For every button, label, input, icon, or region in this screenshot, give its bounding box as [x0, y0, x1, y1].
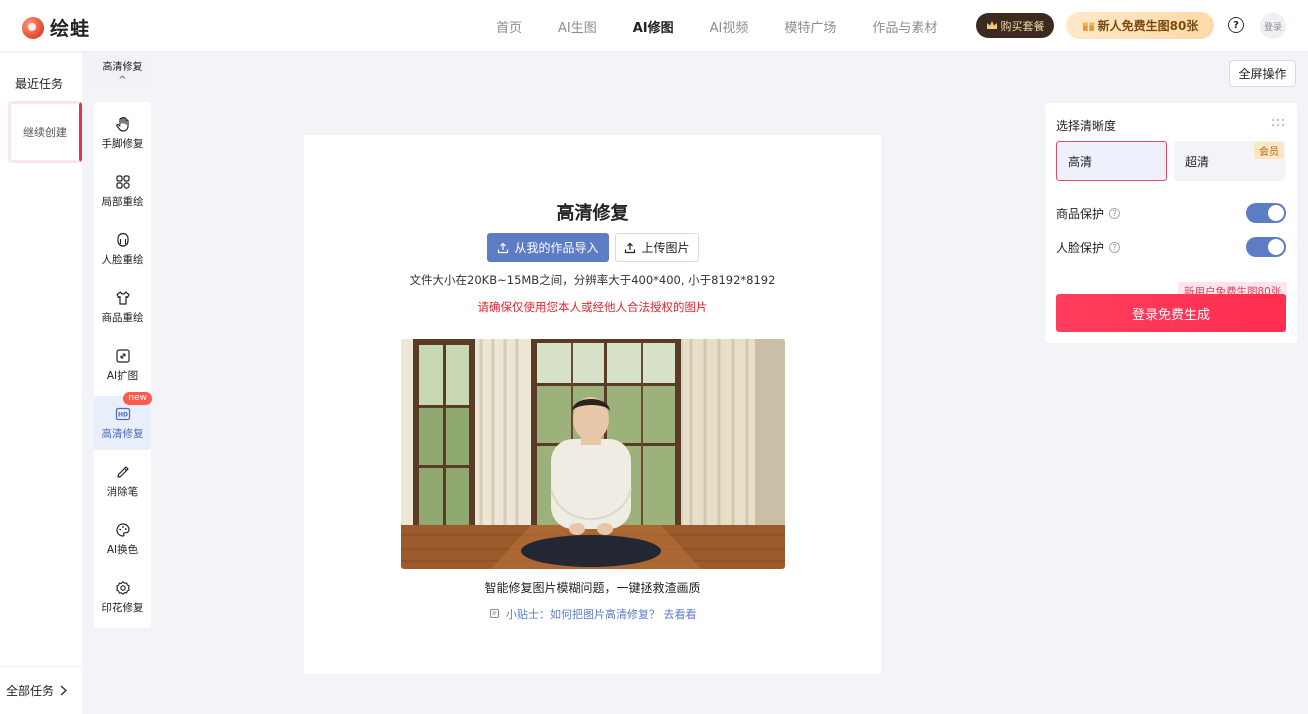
book-icon	[489, 608, 499, 619]
all-tasks-link[interactable]: 全部任务	[0, 666, 82, 714]
buy-package-label: 购买套餐	[1000, 19, 1045, 33]
new-user-free-button[interactable]: 新人免费生图80张	[1066, 12, 1214, 39]
clarity-option-uhd-label: 超清	[1185, 154, 1210, 169]
upload-canvas: 高清修复 从我的作品导入 上传图片 文件大小在20KB~15MB之间，分辨率大于…	[304, 135, 881, 674]
settings-panel: 选择清晰度 高清 超清 会员 商品保护 ? 人脸保护 ? 新用户免费生图80张 …	[1045, 103, 1297, 343]
expand-icon	[115, 348, 130, 363]
file-requirements-hint: 文件大小在20KB~15MB之间，分辨率大于400*400, 小于8192*81…	[409, 273, 776, 287]
app-name: 绘蛙	[50, 18, 91, 40]
nav-item-ai-image[interactable]: AI生图	[558, 17, 597, 36]
chevron-up-icon: ^	[118, 75, 127, 86]
tool-label: 消除笔	[106, 485, 139, 498]
eraser-pen-icon	[116, 465, 129, 478]
all-tasks-label: 全部任务	[6, 684, 55, 698]
tool-label: 高清修复	[101, 427, 144, 440]
import-label: 从我的作品导入	[514, 241, 599, 255]
tool-label: 印花修复	[101, 601, 144, 614]
clarity-title: 选择清晰度	[1056, 119, 1117, 133]
app-logo[interactable]: 绘蛙	[22, 14, 90, 41]
tool-eraser-pen[interactable]: 消除笔	[94, 454, 151, 508]
continue-create-card[interactable]: 继续创建	[8, 101, 82, 163]
tool-header-label: 高清修复	[102, 62, 143, 73]
fullscreen-button[interactable]: 全屏操作	[1229, 60, 1296, 87]
recent-tasks-title: 最近任务	[15, 77, 64, 91]
palette-icon	[115, 522, 130, 537]
top-nav-bar: 绘蛙 首页 AI生图 AI修图 AI视频 模特广场 作品与素材 购买套餐 新人免…	[0, 0, 1308, 52]
gift-icon	[1082, 22, 1095, 31]
upload-icon	[625, 242, 636, 253]
tool-label: 商品重绘	[101, 311, 144, 324]
feature-description: 智能修复图片模糊问题，一键拯救渣画质	[484, 581, 701, 595]
hand-icon	[115, 116, 129, 132]
clarity-option-uhd[interactable]: 超清 会员	[1174, 141, 1285, 181]
product-protect-label: 商品保护	[1056, 206, 1105, 221]
face-protect-row: 人脸保护 ?	[1056, 236, 1286, 258]
tool-partial-redraw[interactable]: 局部重绘	[94, 164, 151, 218]
import-from-works-button[interactable]: 从我的作品导入	[487, 233, 609, 262]
tool-label: AI换色	[106, 543, 139, 556]
nav-item-ai-video[interactable]: AI视频	[710, 17, 749, 36]
hd-icon: HD	[115, 407, 130, 420]
help-icon[interactable]: ?	[1228, 17, 1244, 33]
tool-label: 人脸重绘	[101, 253, 144, 266]
logo-icon	[22, 16, 44, 39]
product-protect-row: 商品保护 ?	[1056, 202, 1286, 224]
face-icon	[116, 232, 129, 247]
tool-label: 手脚修复	[101, 137, 144, 150]
print-repair-icon	[115, 580, 130, 595]
tip-link[interactable]: 小贴士：如何把图片高清修复？ 去看看	[304, 606, 881, 622]
example-photo-illustration	[401, 339, 785, 569]
tool-list: 手脚修复 局部重绘 人脸重绘 商品重绘 AI扩图 new HD 高清修复 消除笔…	[94, 102, 152, 628]
tool-label: AI扩图	[106, 369, 139, 382]
new-badge: new	[123, 392, 152, 405]
face-protect-label: 人脸保护	[1056, 240, 1105, 255]
nav-item-model-square[interactable]: 模特广场	[784, 17, 836, 36]
crown-icon	[986, 21, 997, 29]
login-avatar[interactable]: 登录	[1260, 13, 1286, 39]
product-protect-toggle[interactable]	[1246, 203, 1286, 223]
main-nav: 首页 AI生图 AI修图 AI视频 模特广场 作品与素材	[496, 0, 973, 52]
tip-text: 小贴士：如何把图片高清修复？ 去看看	[506, 608, 697, 621]
face-protect-toggle[interactable]	[1246, 237, 1286, 257]
tool-hd-repair[interactable]: new HD 高清修复	[94, 392, 152, 450]
help-question-icon[interactable]: ?	[1109, 241, 1121, 253]
svg-text:HD: HD	[117, 411, 127, 418]
tool-ai-recolor[interactable]: AI换色	[94, 512, 151, 566]
new-user-free-label: 新人免费生图80张	[1097, 19, 1199, 33]
help-question-icon[interactable]: ?	[1109, 207, 1121, 219]
tool-collapse-header[interactable]: 高清修复 ^	[94, 58, 151, 88]
drag-handle-icon[interactable]	[1271, 118, 1285, 128]
tool-product-redraw[interactable]: 商品重绘	[94, 280, 151, 334]
buy-package-button[interactable]: 购买套餐	[976, 13, 1054, 38]
recent-tasks-sidebar: 最近任务 继续创建 全部任务	[0, 53, 82, 714]
upload-button-row: 从我的作品导入 上传图片	[487, 233, 699, 262]
login-generate-button[interactable]: 登录免费生成	[1056, 294, 1286, 332]
upload-label: 上传图片	[641, 241, 690, 255]
nav-item-works[interactable]: 作品与素材	[872, 17, 937, 36]
tool-label: 局部重绘	[101, 195, 144, 208]
chevron-right-icon	[60, 685, 68, 696]
tool-ai-expand[interactable]: AI扩图	[94, 338, 151, 392]
authorization-warning: 请确保仅使用您本人或经他人合法授权的图片	[477, 300, 708, 314]
vip-badge: 会员	[1254, 142, 1284, 159]
nav-item-home[interactable]: 首页	[496, 17, 522, 36]
tool-hand-repair[interactable]: 手脚修复	[94, 106, 151, 160]
nav-item-ai-edit[interactable]: AI修图	[633, 17, 674, 36]
clarity-option-hd[interactable]: 高清	[1056, 141, 1167, 181]
canvas-title: 高清修复	[556, 203, 629, 224]
example-photo	[401, 339, 785, 569]
upload-image-button[interactable]: 上传图片	[615, 233, 699, 262]
partial-redraw-icon	[115, 174, 130, 189]
tool-print-repair[interactable]: 印花修复	[94, 570, 151, 624]
tool-face-redraw[interactable]: 人脸重绘	[94, 222, 151, 276]
shirt-icon	[115, 290, 130, 305]
import-icon	[498, 242, 509, 253]
